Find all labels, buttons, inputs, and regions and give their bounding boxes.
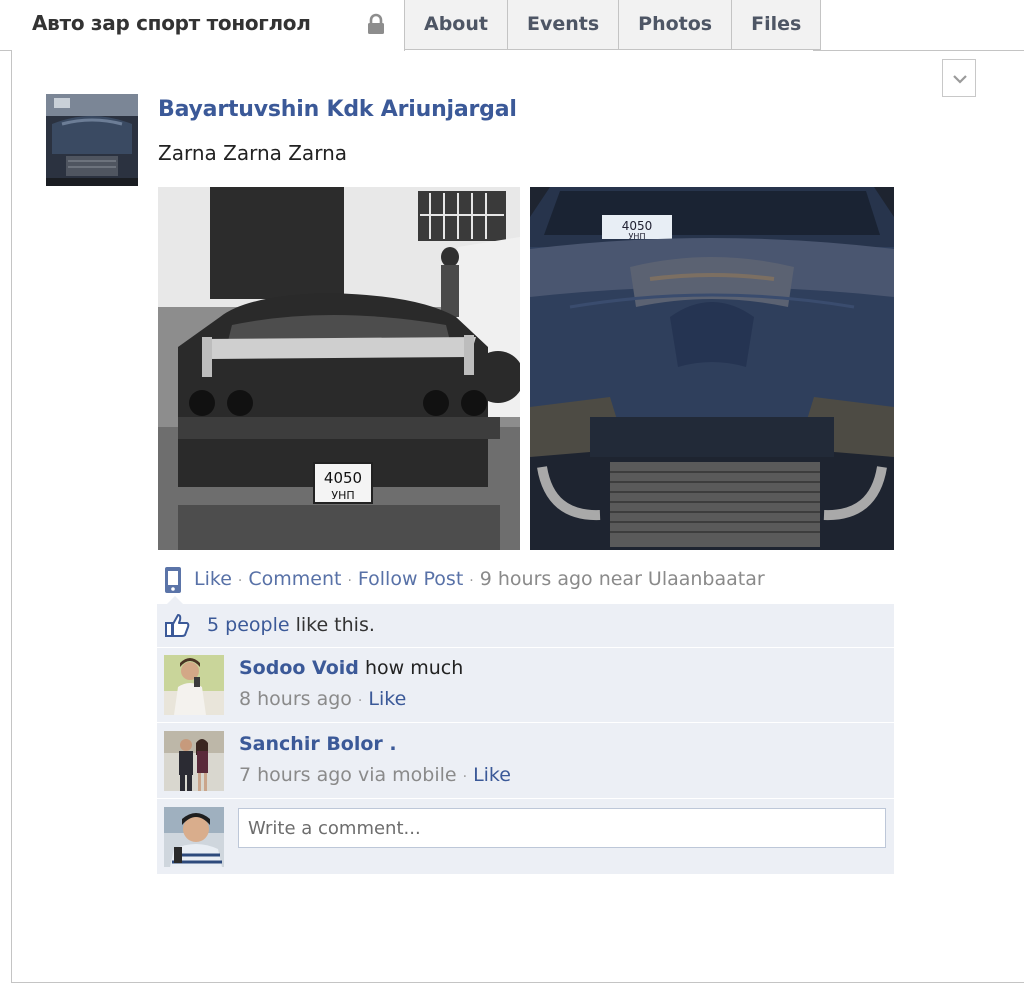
- comment-meta: 7 hours ago via mobile · Like: [239, 764, 511, 786]
- comment-like-link[interactable]: Like: [473, 764, 511, 786]
- divider: [11, 982, 1024, 983]
- post-photo-front[interactable]: 4050 УНП: [530, 187, 894, 550]
- comment-input[interactable]: [238, 808, 886, 848]
- comment-like-link[interactable]: Like: [368, 688, 406, 710]
- comment-timestamp[interactable]: 8 hours ago: [239, 688, 352, 710]
- divider: [157, 722, 894, 723]
- feedback-arrow: [167, 596, 183, 604]
- license-plate-region: УНП: [331, 489, 354, 502]
- divider: [157, 647, 894, 648]
- viewer-avatar[interactable]: [164, 807, 224, 867]
- comment-author[interactable]: Sanchir Bolor .: [239, 733, 397, 755]
- comment-body: Sodoo Void how much: [239, 657, 463, 679]
- comment-text: how much: [364, 657, 464, 679]
- separator-dot: ·: [237, 573, 243, 589]
- post-timestamp-location[interactable]: 9 hours ago near Ulaanbaatar: [480, 568, 765, 590]
- post-photo-rear[interactable]: 4050 УНП: [158, 187, 520, 550]
- post-author-name[interactable]: Bayartuvshin Kdk Ariunjargal: [158, 97, 517, 122]
- likes-suffix: like this.: [289, 614, 375, 636]
- likes-text: 5 people like this.: [207, 614, 375, 636]
- comment-author[interactable]: Sodoo Void: [239, 657, 359, 679]
- likers-link[interactable]: 5 people: [207, 614, 290, 636]
- group-title[interactable]: Авто зар спорт тоноглол: [32, 11, 311, 35]
- comment-link[interactable]: Comment: [248, 568, 341, 590]
- follow-post-link[interactable]: Follow Post: [358, 568, 463, 590]
- story-options-button[interactable]: [942, 59, 976, 97]
- tab-about[interactable]: About: [405, 0, 508, 50]
- divider: [813, 50, 1024, 51]
- comment-meta: 8 hours ago · Like: [239, 688, 406, 710]
- chevron-down-icon: [953, 75, 967, 84]
- group-header: Авто зар спорт тоноглол: [12, 0, 405, 51]
- license-plate-number: 4050: [622, 219, 653, 233]
- tab-events[interactable]: Events: [507, 0, 620, 50]
- tab-photos[interactable]: Photos: [619, 0, 733, 50]
- group-tabs: About Events Photos Files: [405, 0, 822, 50]
- separator-dot: ·: [469, 573, 474, 589]
- divider: [157, 798, 894, 799]
- divider: [11, 50, 12, 983]
- post-message: Zarna Zarna Zarna: [158, 141, 347, 165]
- comment-timestamp[interactable]: 7 hours ago via mobile: [239, 764, 457, 786]
- separator-dot: ·: [347, 573, 352, 589]
- like-link[interactable]: Like: [194, 568, 232, 590]
- comment-body: Sanchir Bolor .: [239, 733, 397, 755]
- separator-dot: ·: [462, 769, 468, 785]
- mobile-phone-icon: [164, 566, 182, 594]
- separator-dot: ·: [357, 693, 363, 709]
- author-avatar[interactable]: [46, 94, 138, 186]
- thumbs-up-icon: [164, 612, 190, 638]
- tab-files[interactable]: Files: [732, 0, 822, 50]
- commenter-avatar[interactable]: [164, 731, 224, 791]
- post-actions-row: Like · Comment · Follow Post · 9 hours ago nea…: [194, 568, 765, 590]
- commenter-avatar[interactable]: [164, 655, 224, 715]
- license-plate-number: 4050: [324, 469, 362, 487]
- lock-icon: [366, 13, 386, 35]
- divider: [0, 50, 11, 51]
